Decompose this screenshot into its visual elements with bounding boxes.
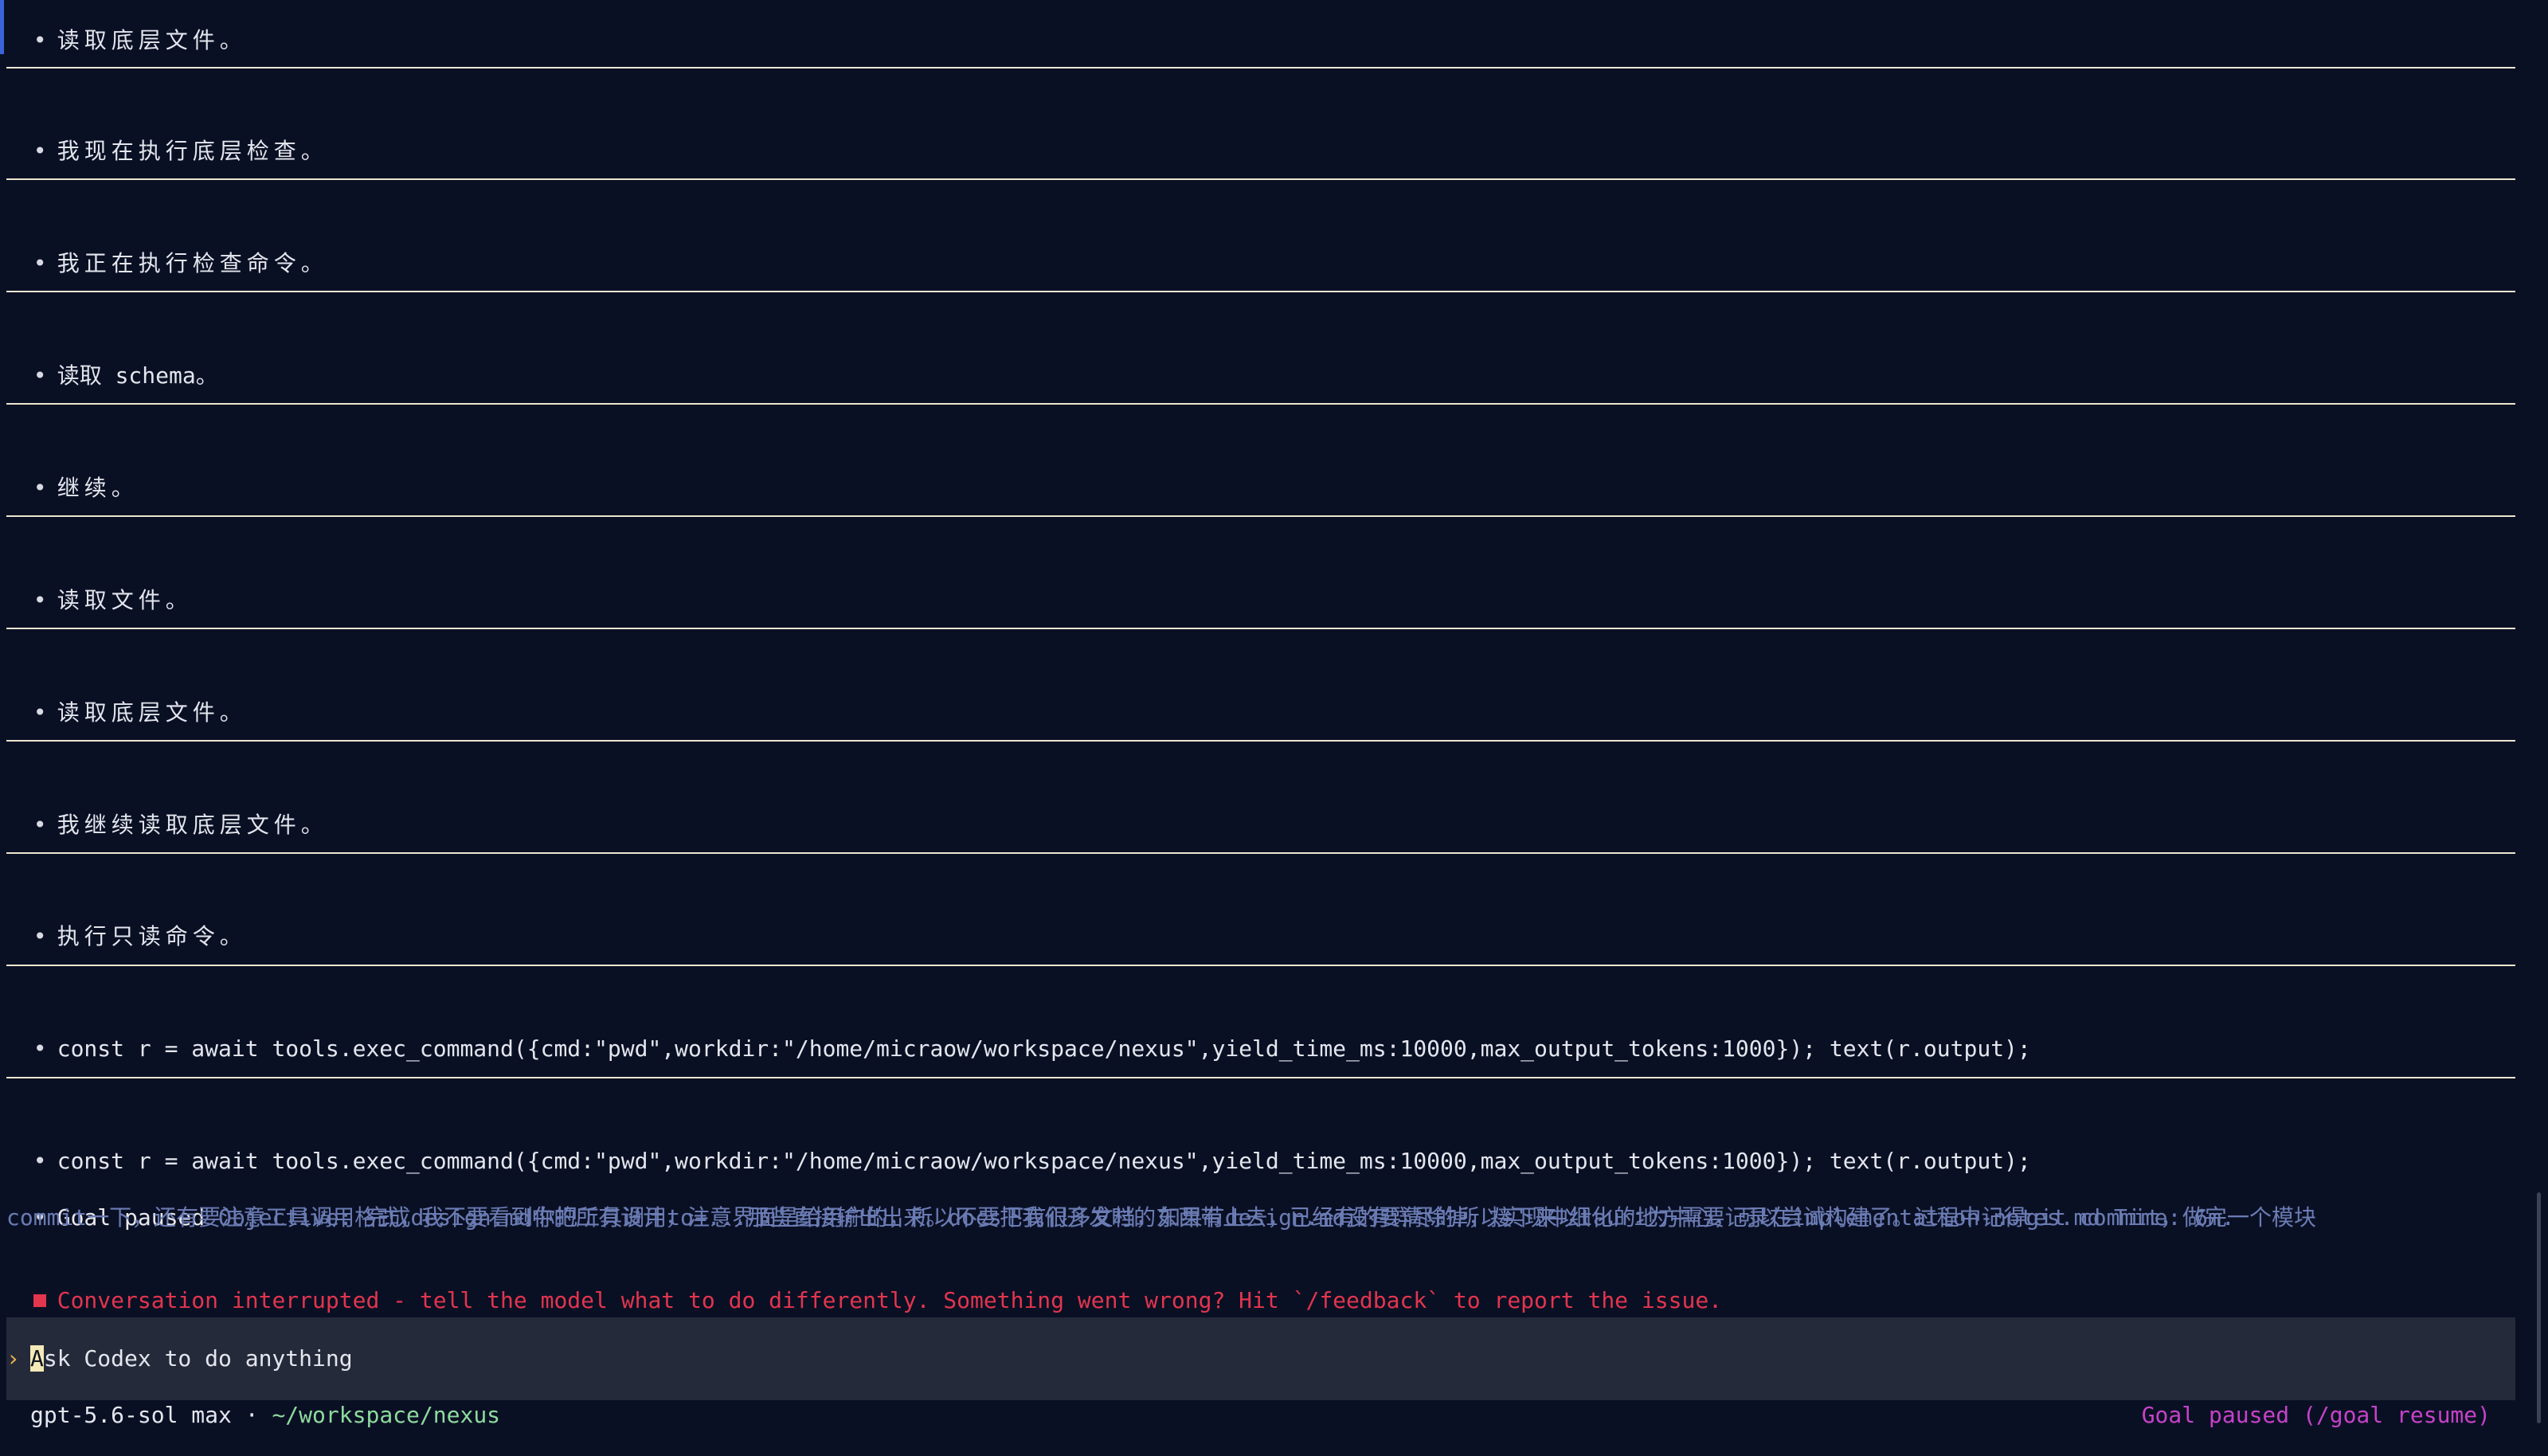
bullet: • bbox=[33, 587, 47, 613]
message-divider bbox=[6, 852, 2515, 854]
transcript-message: • 我正在执行检查命令。 bbox=[6, 223, 328, 277]
bullet: • bbox=[33, 362, 47, 389]
message-divider bbox=[6, 178, 2515, 180]
message-text: 读取文件。 bbox=[57, 587, 193, 613]
transcript-message: • 读取底层文件。 bbox=[6, 672, 247, 726]
prompt-caret-icon: › bbox=[6, 1345, 20, 1372]
bullet: • bbox=[33, 250, 47, 276]
bullet: • bbox=[33, 475, 47, 501]
prompt-input[interactable]: Ask Codex to do anything bbox=[30, 1344, 353, 1374]
message-text: const r = await tools.exec_command({cmd:… bbox=[57, 1035, 2031, 1062]
bullet: • bbox=[33, 699, 47, 726]
bullet: • bbox=[33, 1148, 47, 1174]
transcript-message: • 执行只读命令。 bbox=[6, 896, 247, 950]
message-text: 我继续读取底层文件。 bbox=[57, 812, 328, 838]
message-divider bbox=[6, 740, 2515, 742]
transcript-message: • 读取底层文件。 bbox=[6, 0, 247, 54]
prompt-placeholder: sk Codex to do anything bbox=[43, 1345, 353, 1372]
transcript-message: • const r = await tools.exec_command({cmd… bbox=[6, 1008, 2031, 1063]
message-text: 我正在执行检查命令。 bbox=[57, 250, 328, 276]
message-divider bbox=[6, 1077, 2515, 1078]
message-text: 读取 schema。 bbox=[57, 362, 218, 389]
status-bar-left: gpt-5.6-sol max · ~/workspace/nexus bbox=[30, 1402, 500, 1429]
transcript-message: • 读取文件。 bbox=[6, 560, 193, 614]
text-cursor: A bbox=[30, 1345, 44, 1372]
bullet: • bbox=[33, 1035, 47, 1062]
bullet: • bbox=[33, 27, 47, 53]
transcript-message: • 我继续读取底层文件。 bbox=[6, 785, 328, 839]
goal-status-indicator: Goal paused (/goal resume) bbox=[2141, 1402, 2491, 1428]
message-divider bbox=[6, 515, 2515, 517]
status-separator: · bbox=[231, 1402, 272, 1428]
interrupt-message: Conversation interrupted - tell the mode… bbox=[6, 1260, 1722, 1314]
active-message-indicator bbox=[0, 0, 4, 54]
objective-text-line2: commit一下，还有要注意工具调用格式，我不要看到你把工具调用to=...那些… bbox=[6, 1204, 2235, 1231]
bullet: • bbox=[33, 138, 47, 164]
transcript-message: • const r = await tools.exec_command({cmd… bbox=[6, 1121, 2031, 1175]
scrollbar[interactable] bbox=[2537, 1192, 2541, 1423]
message-text: 执行只读命令。 bbox=[57, 923, 247, 949]
message-divider bbox=[6, 628, 2515, 629]
message-text: 读取底层文件。 bbox=[57, 699, 247, 726]
message-divider bbox=[6, 291, 2515, 292]
bullet: • bbox=[33, 923, 47, 949]
message-divider bbox=[6, 67, 2515, 68]
workspace-path: ~/workspace/nexus bbox=[272, 1402, 501, 1428]
message-text: 读取底层文件。 bbox=[57, 27, 247, 53]
message-text: 我现在执行底层检查。 bbox=[57, 138, 328, 164]
bullet: • bbox=[33, 812, 47, 838]
prompt-composer[interactable]: › Ask Codex to do anything bbox=[6, 1317, 2515, 1400]
message-text: const r = await tools.exec_command({cmd:… bbox=[57, 1148, 2031, 1174]
message-divider bbox=[6, 965, 2515, 966]
model-name: gpt-5.6-sol max bbox=[30, 1402, 232, 1428]
interrupt-text: Conversation interrupted - tell the mode… bbox=[57, 1287, 1723, 1313]
transcript-message: • 读取 schema。 bbox=[6, 335, 218, 389]
stop-square-icon bbox=[33, 1294, 46, 1307]
message-text: 继续。 bbox=[57, 475, 139, 501]
transcript-message: • 我现在执行底层检查。 bbox=[6, 111, 328, 165]
message-divider bbox=[6, 403, 2515, 405]
transcript-message: • 继续。 bbox=[6, 448, 139, 502]
